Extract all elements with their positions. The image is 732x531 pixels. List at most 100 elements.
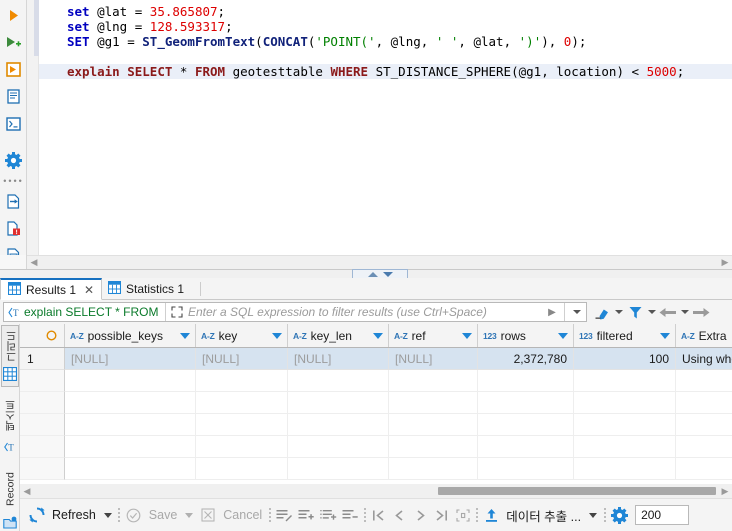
- code-token: 'POINT(': [315, 34, 376, 49]
- sql-console-icon[interactable]: [0, 110, 27, 137]
- fetch-size-input[interactable]: 200: [635, 505, 690, 525]
- filter-icon[interactable]: [625, 300, 645, 324]
- close-icon[interactable]: ✕: [84, 283, 94, 297]
- filter-placeholder: Enter a SQL expression to filter results…: [188, 305, 487, 319]
- first-page-icon[interactable]: [368, 504, 389, 526]
- collapse-down-icon[interactable]: [382, 271, 393, 277]
- grid-column-header[interactable]: 123 rows: [478, 324, 574, 347]
- settings-icon[interactable]: [0, 147, 27, 174]
- explain-execution-plan-icon[interactable]: [0, 215, 27, 242]
- grid-body[interactable]: 1 [NULL] [NULL] [NULL] [NULL] 2,372,780 100 Usi…: [20, 348, 732, 480]
- table-cell[interactable]: 2,372,780: [478, 348, 574, 370]
- code-line[interactable]: SET @g1 = ST_GeomFromText(CONCAT('POINT(…: [39, 34, 732, 49]
- grid-column-header[interactable]: A-Z possible_keys: [65, 324, 196, 347]
- grid-scroll-right-icon[interactable]: ▶: [718, 486, 732, 497]
- record-mode-icon[interactable]: [3, 516, 17, 531]
- previous-page-icon[interactable]: [389, 504, 410, 526]
- execute-script-statistics-icon[interactable]: [0, 83, 27, 110]
- add-row-icon[interactable]: [295, 504, 317, 526]
- execute-script-icon[interactable]: [0, 56, 27, 83]
- editor-horizontal-scrollbar[interactable]: ◀ ▶: [27, 255, 732, 269]
- table-cell[interactable]: 100: [574, 348, 676, 370]
- next-page-icon[interactable]: [410, 504, 431, 526]
- scroll-right-arrow-icon[interactable]: ▶: [718, 258, 732, 267]
- tab-results-1[interactable]: Results 1 ✕: [0, 278, 103, 300]
- table-cell[interactable]: [NULL]: [65, 348, 196, 370]
- value-transform-icon[interactable]: T: [3, 440, 17, 457]
- grid-column-header[interactable]: A-Z key_len: [288, 324, 389, 347]
- toolbar-separator-4: [473, 505, 480, 525]
- sql-code-text[interactable]: set @lat = 35.865807; set @lng = 128.5933…: [39, 0, 732, 255]
- filter-input[interactable]: T explain SELECT * FROM geote Enter a SQ…: [3, 302, 587, 322]
- reset-filter-dropdown-icon[interactable]: [612, 300, 625, 324]
- scroll-left-arrow-icon[interactable]: ◀: [27, 258, 41, 267]
- grid-empty-row: [20, 370, 732, 392]
- grid-scroll-thumb[interactable]: [437, 487, 716, 495]
- record-mode-label[interactable]: Record: [3, 464, 18, 514]
- grid-horizontal-scrollbar[interactable]: ◀ ▶: [20, 484, 732, 498]
- grid-presentation-group[interactable]: 그리드: [1, 325, 19, 387]
- delete-row-icon[interactable]: [339, 504, 361, 526]
- code-token: @lat: [473, 34, 504, 49]
- more-icon[interactable]: ••••: [0, 174, 27, 188]
- code-line[interactable]: explain SELECT * FROM geotesttable WHERE…: [39, 64, 732, 79]
- grid-empty-row: [20, 436, 732, 458]
- grid-presentation-icon[interactable]: [2, 366, 18, 383]
- export-dropdown-icon[interactable]: [589, 512, 598, 518]
- code-token: set: [67, 19, 90, 34]
- apply-filter-icon[interactable]: ▶: [543, 307, 561, 318]
- fetch-settings-gear-icon[interactable]: [608, 504, 630, 526]
- fetch-all-rows-icon[interactable]: [452, 504, 473, 526]
- grid-column-header[interactable]: A-Z key: [196, 324, 288, 347]
- table-cell[interactable]: [NULL]: [389, 348, 478, 370]
- text-presentation-label[interactable]: 텍스트: [2, 394, 18, 436]
- execute-new-tab-icon[interactable]: [0, 29, 27, 56]
- filter-history-dropdown-icon[interactable]: [568, 310, 586, 314]
- edit-row-icon[interactable]: [273, 504, 295, 526]
- table-cell[interactable]: [NULL]: [196, 348, 288, 370]
- refresh-icon[interactable]: [26, 504, 48, 526]
- svg-text:T: T: [13, 308, 19, 318]
- code-line[interactable]: set @lat = 35.865807;: [39, 4, 732, 19]
- code-line[interactable]: set @lng = 128.593317;: [39, 19, 732, 34]
- grid-scroll-track[interactable]: [34, 484, 718, 498]
- refresh-button[interactable]: Refresh: [48, 502, 100, 528]
- execute-statement-icon[interactable]: [0, 2, 27, 29]
- refresh-dropdown-icon[interactable]: [103, 512, 112, 518]
- table-cell[interactable]: [NULL]: [288, 348, 389, 370]
- back-dropdown-icon[interactable]: [678, 300, 691, 324]
- grid-scroll-left-icon[interactable]: ◀: [20, 486, 34, 497]
- cell-value: [NULL]: [395, 351, 433, 366]
- grid-column-header[interactable]: A-Z Extra: [676, 324, 732, 347]
- code-token: 35.865807: [149, 4, 218, 19]
- chevron-down-icon[interactable]: [180, 332, 190, 339]
- export-data-button[interactable]: 데이터 추출 ...: [502, 502, 585, 528]
- chevron-down-icon[interactable]: [660, 332, 670, 339]
- grid-column-header[interactable]: A-Z ref: [389, 324, 478, 347]
- grid-corner-cell[interactable]: [20, 324, 65, 347]
- last-page-icon[interactable]: [431, 504, 452, 526]
- duplicate-row-icon[interactable]: [317, 504, 339, 526]
- sql-editor-window: •••• set @lat = 35.865807; set @lng = 128…: [0, 0, 732, 531]
- sql-editor[interactable]: set @lat = 35.865807; set @lng = 128.5933…: [27, 0, 732, 255]
- reset-filter-icon[interactable]: [592, 300, 612, 324]
- chevron-down-icon[interactable]: [373, 332, 383, 339]
- chevron-down-icon[interactable]: [462, 332, 472, 339]
- chevron-down-icon[interactable]: [558, 332, 568, 339]
- sql-filter-icon: T: [4, 306, 24, 319]
- tab-statistics-1[interactable]: Statistics 1: [101, 278, 191, 300]
- filter-dropdown-icon[interactable]: [645, 300, 658, 324]
- forward-icon[interactable]: [691, 300, 711, 324]
- export-from-query-icon[interactable]: [0, 188, 27, 215]
- expand-icon[interactable]: [169, 306, 185, 318]
- back-icon[interactable]: [658, 300, 678, 324]
- results-grid[interactable]: A-Z possible_keys A-Z key A-Z key_len A-Z ref 12…: [20, 324, 732, 484]
- collapse-up-icon[interactable]: [367, 271, 378, 277]
- results-presentation-rail: 그리드 텍스트 T Record: [0, 324, 20, 531]
- export-data-icon[interactable]: [480, 504, 502, 526]
- row-number[interactable]: 1: [20, 348, 65, 370]
- table-cell[interactable]: Using where: [676, 348, 732, 370]
- chevron-down-icon[interactable]: [272, 332, 282, 339]
- table-row[interactable]: 1 [NULL] [NULL] [NULL] [NULL] 2,372,780 100 Usi…: [20, 348, 732, 370]
- grid-column-header[interactable]: 123 filtered: [574, 324, 676, 347]
